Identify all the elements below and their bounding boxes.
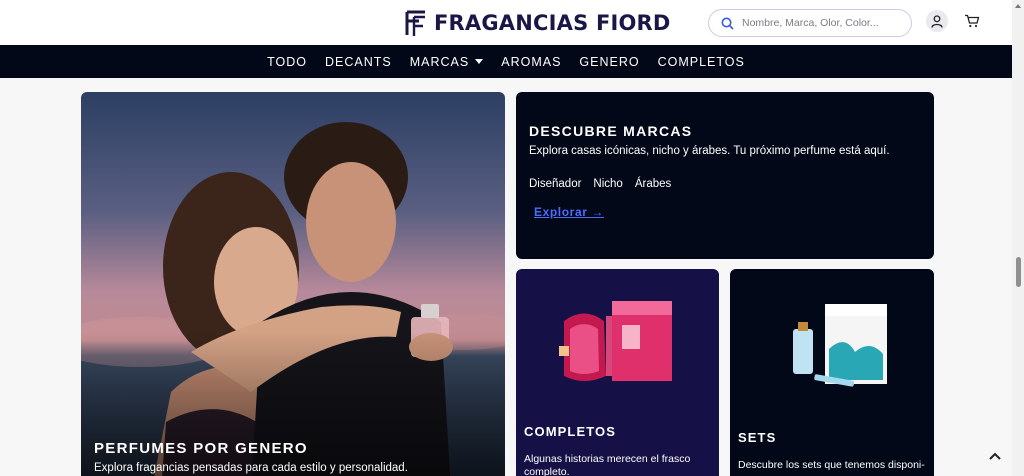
nav-item-genero[interactable]: GENERO bbox=[579, 55, 639, 69]
completos-subtitle: Algunas historias merecen el frasco comp… bbox=[524, 453, 691, 476]
nav-item-marcas[interactable]: MARCAS bbox=[409, 54, 484, 69]
back-to-top-icon[interactable] bbox=[986, 448, 1004, 464]
nav-item-completos[interactable]: COMPLETOS bbox=[658, 55, 745, 69]
scrollbar-thumb[interactable] bbox=[1016, 257, 1021, 287]
perfume-set-image bbox=[793, 304, 887, 387]
brand-logo[interactable]: FRAGANCIAS FIORD bbox=[404, 8, 671, 38]
explorar-link[interactable]: Explorar → bbox=[534, 205, 604, 219]
completos-card[interactable]: COMPLETOS Algunas historias merecen el f… bbox=[516, 269, 719, 476]
sets-subtitle: Descubre los sets que tenemos disponi- bbox=[738, 459, 925, 471]
page-scrollbar[interactable] bbox=[1012, 0, 1024, 476]
ff-monogram-icon bbox=[405, 10, 425, 36]
marcas-link-disenador[interactable]: Diseñador bbox=[529, 178, 581, 190]
marcas-link-arabes[interactable]: Árabes bbox=[635, 178, 671, 190]
search-box[interactable] bbox=[708, 9, 912, 37]
user-icon bbox=[931, 14, 943, 28]
marcas-links: Diseñador Nicho Árabes bbox=[529, 178, 683, 190]
completos-title: COMPLETOS bbox=[524, 424, 617, 439]
sets-card[interactable]: SETS Descubre los sets que tenemos dispo… bbox=[730, 269, 934, 476]
nav-item-aromas[interactable]: AROMAS bbox=[501, 55, 561, 69]
nav-item-decants[interactable]: DECANTS bbox=[325, 55, 392, 69]
hero-subtitle: Explora fragancias pensadas para cada es… bbox=[94, 462, 408, 474]
sets-title: SETS bbox=[738, 430, 777, 445]
perfume-box-image bbox=[559, 301, 672, 381]
main-nav: TODO DECANTS MARCAS AROMAS GENERO COMPLE… bbox=[0, 45, 1012, 78]
scroll-up-arrow-icon[interactable] bbox=[1014, 2, 1022, 10]
hero-couple-image bbox=[81, 92, 505, 476]
cart-button[interactable] bbox=[962, 11, 982, 31]
caret-down-icon bbox=[475, 59, 484, 64]
search-input[interactable] bbox=[742, 17, 892, 29]
site-header: FRAGANCIAS FIORD bbox=[0, 0, 1024, 45]
marcas-card: DESCUBRE MARCAS Explora casas icónicas, … bbox=[516, 92, 934, 259]
marcas-link-nicho[interactable]: Nicho bbox=[593, 178, 622, 190]
nav-item-todo[interactable]: TODO bbox=[267, 55, 307, 69]
hero-title: PERFUMES POR GENERO bbox=[94, 440, 308, 457]
marcas-title: DESCUBRE MARCAS bbox=[529, 123, 693, 139]
hero-genero-card[interactable]: PERFUMES POR GENERO Explora fragancias p… bbox=[81, 92, 505, 476]
account-button[interactable] bbox=[926, 10, 948, 32]
search-icon bbox=[721, 17, 734, 30]
cart-icon bbox=[965, 14, 980, 28]
brand-name: FRAGANCIAS FIORD bbox=[434, 11, 671, 35]
marcas-subtitle: Explora casas icónicas, nicho y árabes. … bbox=[529, 145, 890, 157]
nav-item-marcas-label: MARCAS bbox=[409, 54, 470, 69]
